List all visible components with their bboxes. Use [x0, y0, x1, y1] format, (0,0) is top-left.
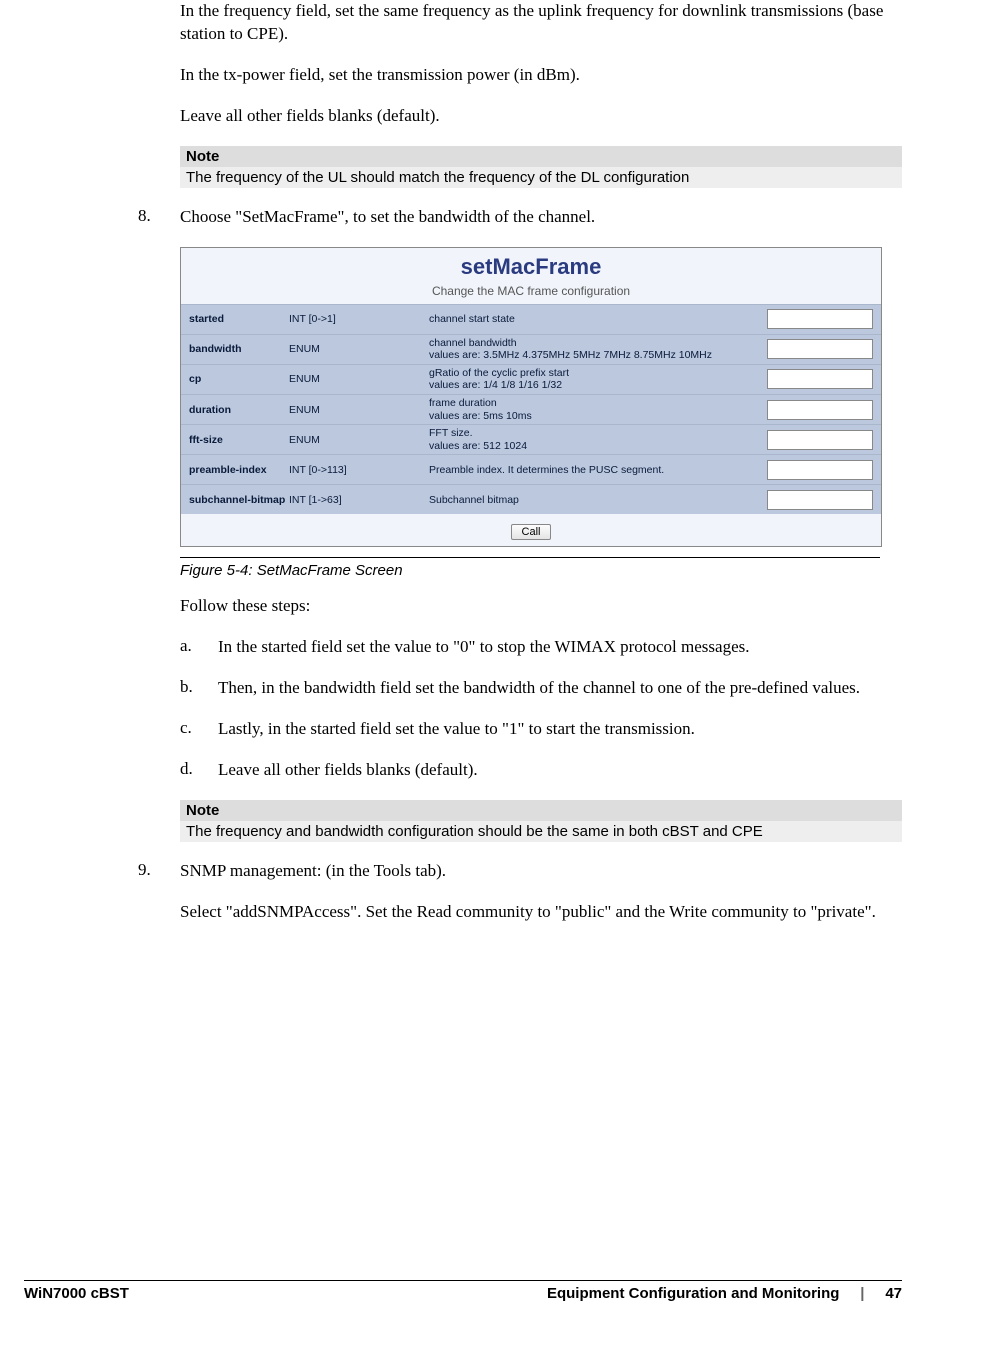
field-input-fft-size[interactable] [767, 430, 873, 450]
figure-caption: Figure 5-4: SetMacFrame Screen [180, 557, 880, 579]
field-name: bandwidth [189, 343, 289, 355]
field-row-cp: cp ENUM gRatio of the cyclic prefix star… [181, 364, 881, 394]
paragraph: Select "addSNMPAccess". Set the Read com… [180, 901, 902, 924]
substep-b: b. Then, in the bandwidth field set the … [90, 677, 902, 700]
footer-section: Equipment Configuration and Monitoring [547, 1285, 839, 1302]
note-box: Note The frequency and bandwidth configu… [180, 800, 902, 842]
field-type: INT [1->63] [289, 494, 429, 506]
field-desc: FFT size. values are: 512 1024 [429, 427, 767, 452]
field-desc: channel start state [429, 313, 767, 326]
field-type: ENUM [289, 373, 429, 385]
call-row: Call [181, 514, 881, 546]
step-text: SNMP management: (in the Tools tab). [180, 860, 902, 883]
footer-product: WiN7000 cBST [24, 1285, 129, 1302]
screen-body: started INT [0->1] channel start state b… [181, 304, 881, 547]
paragraph: Leave all other fields blanks (default). [180, 105, 902, 128]
field-input-bandwidth[interactable] [767, 339, 873, 359]
field-input-preamble-index[interactable] [767, 460, 873, 480]
step-9: 9. SNMP management: (in the Tools tab). [90, 860, 902, 883]
substep-letter: c. [180, 718, 218, 741]
field-desc: Preamble index. It determines the PUSC s… [429, 464, 767, 477]
note-body: The frequency and bandwidth configuratio… [180, 821, 902, 842]
field-type: ENUM [289, 343, 429, 355]
field-name: cp [189, 373, 289, 385]
screen-subtitle: Change the MAC frame configuration [181, 284, 881, 298]
field-row-bandwidth: bandwidth ENUM channel bandwidth values … [181, 334, 881, 364]
substep-text: In the started field set the value to "0… [218, 636, 902, 659]
note-body: The frequency of the UL should match the… [180, 167, 902, 188]
field-name: preamble-index [189, 464, 289, 476]
note-header: Note [180, 800, 902, 821]
substep-text: Lastly, in the started field set the val… [218, 718, 902, 741]
page-footer: WiN7000 cBST Equipment Configuration and… [0, 1280, 992, 1342]
paragraph: In the frequency field, set the same fre… [180, 0, 902, 46]
screen-header: setMacFrame Change the MAC frame configu… [181, 248, 881, 304]
substep-text: Then, in the bandwidth field set the ban… [218, 677, 902, 700]
footer-page-number: 47 [885, 1285, 902, 1302]
field-row-duration: duration ENUM frame duration values are:… [181, 394, 881, 424]
footer-separator: | [860, 1285, 864, 1302]
substep-d: d. Leave all other fields blanks (defaul… [90, 759, 902, 782]
field-row-preamble-index: preamble-index INT [0->113] Preamble ind… [181, 454, 881, 484]
field-desc: frame duration values are: 5ms 10ms [429, 397, 767, 422]
field-input-started[interactable] [767, 309, 873, 329]
substep-letter: b. [180, 677, 218, 700]
field-type: ENUM [289, 404, 429, 416]
note-header: Note [180, 146, 902, 167]
step-8: 8. Choose "SetMacFrame", to set the band… [90, 206, 902, 229]
field-name: started [189, 313, 289, 325]
field-desc: channel bandwidth values are: 3.5MHz 4.3… [429, 337, 767, 362]
field-input-subchannel-bitmap[interactable] [767, 490, 873, 510]
note-box: Note The frequency of the UL should matc… [180, 146, 902, 188]
step-number: 9. [138, 860, 180, 883]
field-row-started: started INT [0->1] channel start state [181, 304, 881, 334]
field-row-subchannel-bitmap: subchannel-bitmap INT [1->63] Subchannel… [181, 484, 881, 514]
field-name: fft-size [189, 434, 289, 446]
field-desc: Subchannel bitmap [429, 494, 767, 507]
paragraph: In the tx-power field, set the transmiss… [180, 64, 902, 87]
substep-letter: d. [180, 759, 218, 782]
field-input-cp[interactable] [767, 369, 873, 389]
field-type: INT [0->1] [289, 313, 429, 325]
substep-a: a. In the started field set the value to… [90, 636, 902, 659]
field-name: subchannel-bitmap [189, 494, 289, 506]
setmacframe-screenshot: setMacFrame Change the MAC frame configu… [180, 247, 882, 548]
step-number: 8. [138, 206, 180, 229]
field-name: duration [189, 404, 289, 416]
field-row-fft-size: fft-size ENUM FFT size. values are: 512 … [181, 424, 881, 454]
step-text: Choose "SetMacFrame", to set the bandwid… [180, 206, 902, 229]
substep-text: Leave all other fields blanks (default). [218, 759, 902, 782]
substep-c: c. Lastly, in the started field set the … [90, 718, 902, 741]
field-input-duration[interactable] [767, 400, 873, 420]
substep-letter: a. [180, 636, 218, 659]
field-type: ENUM [289, 434, 429, 446]
paragraph: Follow these steps: [180, 595, 902, 618]
call-button[interactable]: Call [511, 524, 552, 540]
screen-title: setMacFrame [181, 254, 881, 280]
field-desc: gRatio of the cyclic prefix start values… [429, 367, 767, 392]
field-type: INT [0->113] [289, 464, 429, 476]
